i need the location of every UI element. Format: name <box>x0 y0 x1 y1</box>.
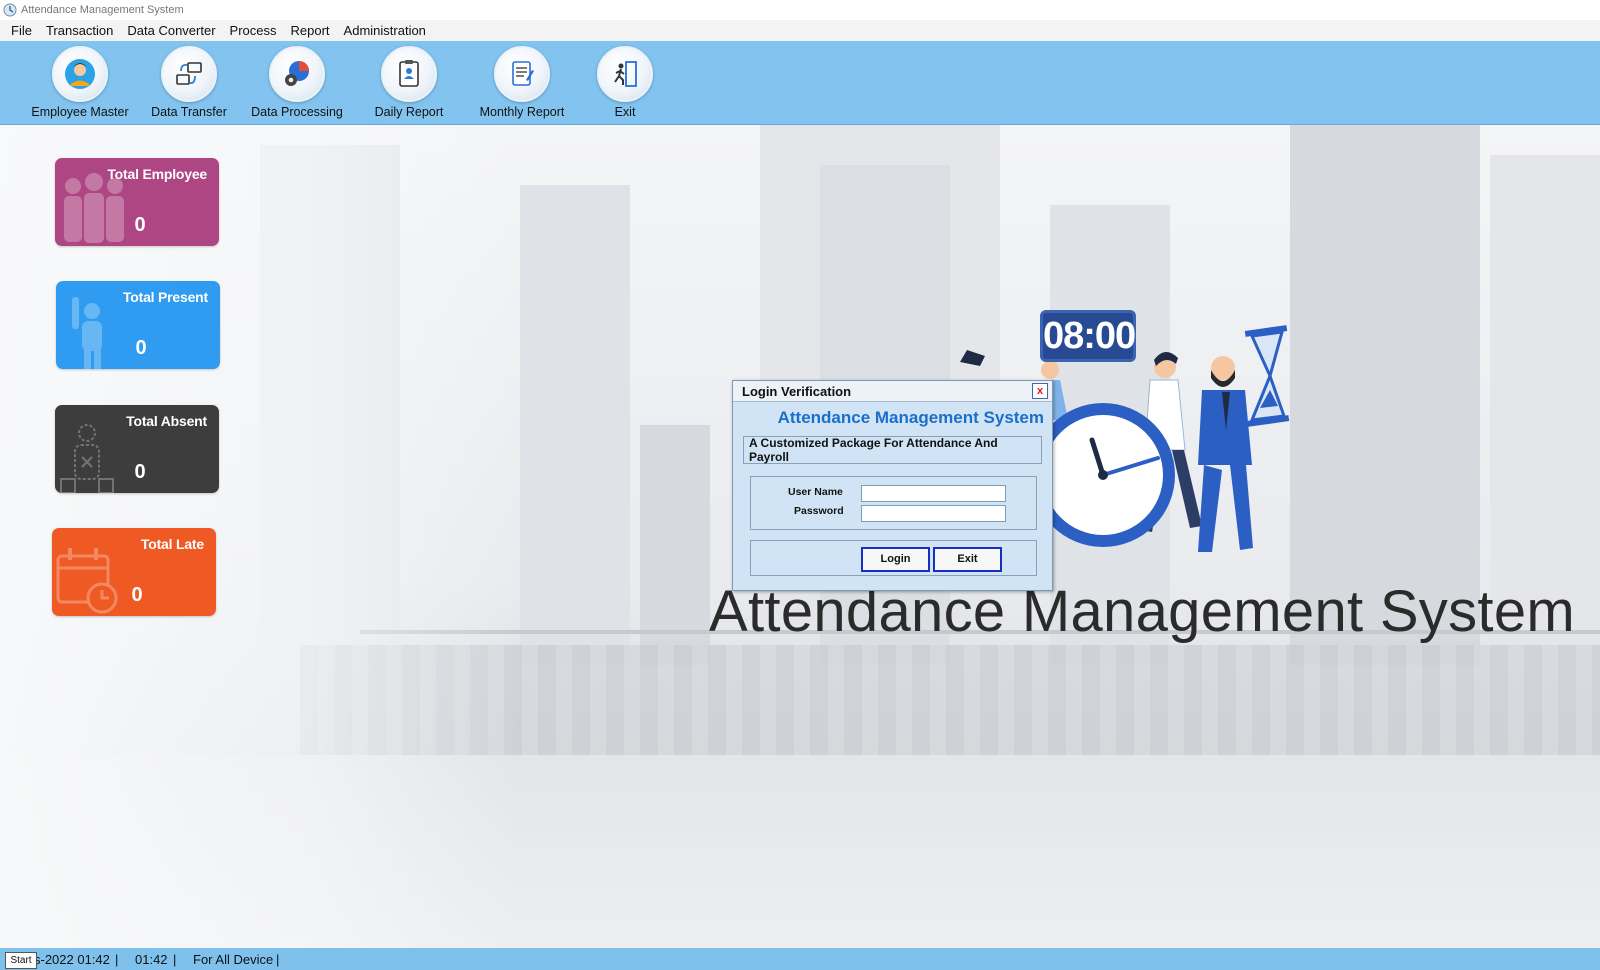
window-title: Attendance Management System <box>21 4 184 16</box>
total-absent-card[interactable]: Total Absent 0 <box>55 405 219 493</box>
clock-display-badge: 08:00 <box>1040 310 1136 362</box>
password-label: Password <box>794 505 844 517</box>
menu-bar: File Transaction Data Converter Process … <box>0 20 1600 41</box>
status-separator: | <box>173 952 177 967</box>
window-titlebar: Attendance Management System <box>0 0 1600 20</box>
status-datetime: s-2022 01:42 <box>34 952 110 967</box>
login-dialog-header: Login Verification x <box>733 381 1052 402</box>
menu-file[interactable]: File <box>4 20 39 41</box>
card-value: 0 <box>131 584 143 606</box>
status-separator: | <box>276 952 280 967</box>
toolbar: Employee Master Data Transfer Data Proce… <box>0 41 1600 125</box>
daily-report-button[interactable]: Daily Report <box>349 46 469 119</box>
exit-door-icon <box>614 61 637 87</box>
monthly-report-button[interactable]: Monthly Report <box>462 46 582 119</box>
data-transfer-button[interactable]: Data Transfer <box>129 46 249 119</box>
login-subtitle-box: A Customized Package For Attendance And … <box>743 436 1042 464</box>
card-value: 0 <box>135 337 147 359</box>
menu-administration[interactable]: Administration <box>337 20 433 41</box>
exit-toolbar-button[interactable]: Exit <box>565 46 685 119</box>
close-icon[interactable]: x <box>1032 383 1048 399</box>
app-icon <box>3 3 17 17</box>
total-late-card[interactable]: Total Late 0 <box>52 528 216 616</box>
toolbar-label: Monthly Report <box>479 105 565 119</box>
login-dialog: Login Verification x Attendance Manageme… <box>732 380 1053 591</box>
toolbar-label: Data Transfer <box>151 105 227 119</box>
card-title: Total Absent <box>126 413 207 429</box>
status-time: 01:42 <box>135 952 168 967</box>
total-present-card[interactable]: Total Present 0 <box>56 281 220 369</box>
toolbar-label: Exit <box>614 105 636 119</box>
card-title: Total Present <box>122 289 208 305</box>
card-value: 0 <box>134 214 146 236</box>
login-app-name: Attendance Management System <box>777 408 1044 427</box>
menu-data-converter[interactable]: Data Converter <box>120 20 222 41</box>
username-input[interactable] <box>861 485 1006 502</box>
exit-button[interactable]: Exit <box>933 547 1002 572</box>
login-subtitle: A Customized Package For Attendance And … <box>749 436 998 464</box>
employee-master-button[interactable]: Employee Master <box>20 46 140 119</box>
processing-icon <box>285 61 309 86</box>
login-button[interactable]: Login <box>861 547 930 572</box>
menu-report[interactable]: Report <box>284 20 337 41</box>
login-buttons-group: Login Exit <box>750 540 1037 576</box>
login-fields-group: User Name Password <box>750 476 1037 530</box>
card-value: 0 <box>134 461 146 483</box>
login-dialog-title: Login Verification <box>742 383 852 399</box>
total-employee-card[interactable]: Total Employee 0 <box>55 158 219 246</box>
employee-icon <box>65 59 95 89</box>
start-button[interactable]: Start <box>5 952 37 969</box>
status-bar: s-2022 01:42 | 01:42 | For All Device | <box>0 948 1600 970</box>
toolbar-label: Data Processing <box>251 105 343 119</box>
toolbar-label: Daily Report <box>374 105 444 119</box>
menu-process[interactable]: Process <box>223 20 284 41</box>
card-title: Total Late <box>140 536 204 552</box>
card-title: Total Employee <box>107 166 207 182</box>
menu-transaction[interactable]: Transaction <box>39 20 120 41</box>
status-separator: | <box>115 952 119 967</box>
toolbar-label: Employee Master <box>31 105 129 119</box>
transfer-icon <box>176 62 202 85</box>
daily-report-icon <box>399 60 419 87</box>
password-input[interactable] <box>861 505 1006 522</box>
username-label: User Name <box>788 486 843 498</box>
data-processing-button[interactable]: Data Processing <box>237 46 357 119</box>
monthly-report-icon <box>512 61 534 86</box>
status-device: For All Device <box>193 952 274 967</box>
